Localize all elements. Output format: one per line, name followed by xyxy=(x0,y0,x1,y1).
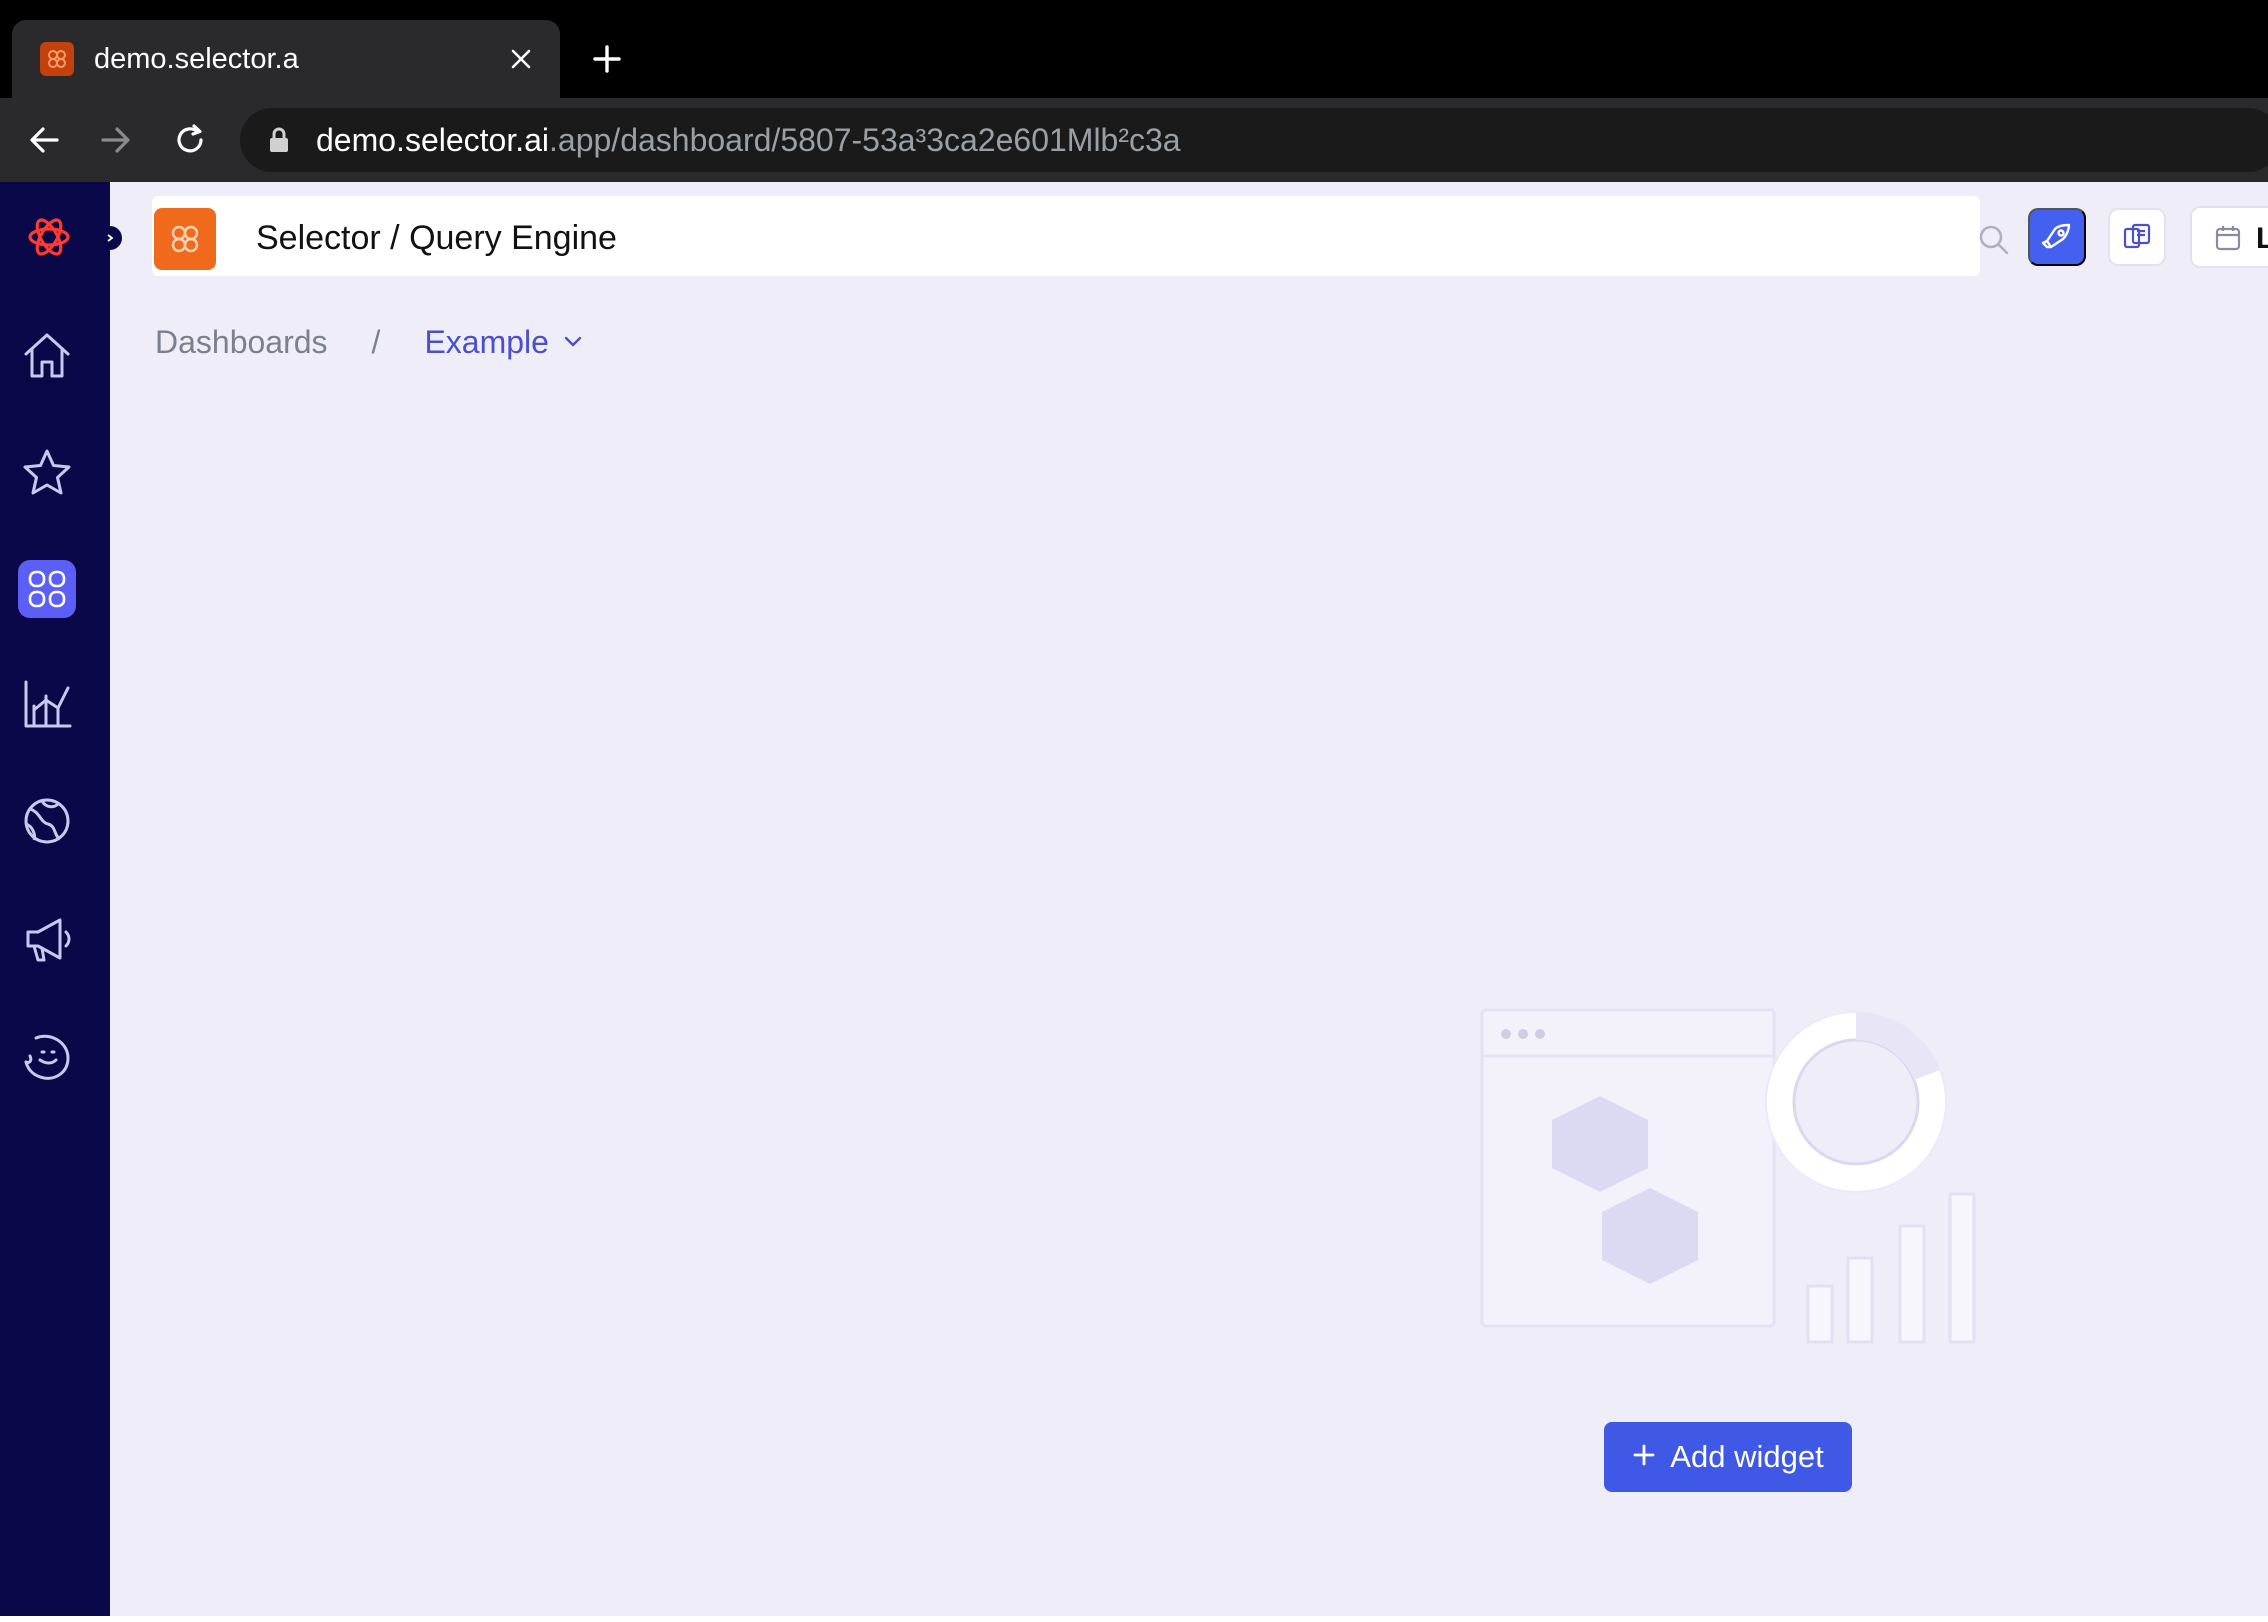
assistant-icon[interactable] xyxy=(18,1028,76,1086)
back-arrow-icon[interactable] xyxy=(20,116,68,164)
new-tab-icon[interactable] xyxy=(584,36,630,82)
bottom-edge xyxy=(0,1616,2268,1622)
query-engine-icon-button[interactable] xyxy=(2028,208,2086,266)
url-path: .app/dashboard/5807-53a³3ca2e601Mlb²c3a xyxy=(549,122,1181,158)
url-host: demo.selector.ai xyxy=(316,122,550,158)
breadcrumb-dashboards-link[interactable]: Dashboards xyxy=(155,324,328,361)
selector-favicon-icon xyxy=(40,42,74,76)
calendar-icon xyxy=(2214,224,2242,257)
dashboard-selector[interactable]: Example xyxy=(424,324,549,361)
selector-app-icon[interactable] xyxy=(154,208,216,270)
widget-window-illustration xyxy=(1480,1008,1776,1328)
date-range-label: L xyxy=(2256,222,2268,256)
selector-logo-icon[interactable] xyxy=(26,214,72,260)
browser-toolbar: demo.selector.ai.app/dashboard/5807-53a³… xyxy=(0,98,2268,182)
bar-chart-illustration xyxy=(1806,1192,1976,1344)
sidebar-collapse-toggle[interactable] xyxy=(98,226,122,250)
add-widget-label: Add widget xyxy=(1670,1439,1824,1474)
globe-icon[interactable] xyxy=(18,792,76,850)
search-icon[interactable] xyxy=(1978,224,2010,261)
browser-tab[interactable]: demo.selector.a xyxy=(12,20,560,98)
empty-dashboard-illustration xyxy=(1480,1008,1976,1344)
url-text: demo.selector.ai.app/dashboard/5807-53a³… xyxy=(316,122,1181,158)
browser-tab-strip: demo.selector.a xyxy=(0,0,2268,98)
app-root: Selector / Query Engine L Dashboards / E… xyxy=(0,182,2268,1622)
donut-chart-illustration xyxy=(1765,1011,1947,1193)
date-range-button[interactable]: L xyxy=(2190,206,2268,268)
sidebar xyxy=(0,182,122,1616)
page-title: Selector / Query Engine xyxy=(256,219,617,257)
breadcrumb-separator: / xyxy=(371,323,381,360)
tab-title: demo.selector.a xyxy=(94,43,299,75)
lock-icon xyxy=(268,126,290,159)
breadcrumb: Dashboards / Example xyxy=(155,322,583,362)
add-widget-button[interactable]: Add widget xyxy=(1604,1422,1852,1492)
close-tab-icon[interactable] xyxy=(502,40,540,78)
megaphone-icon[interactable] xyxy=(18,910,76,968)
plus-icon xyxy=(1632,1439,1656,1475)
analytics-icon[interactable] xyxy=(18,676,76,734)
reload-icon[interactable] xyxy=(166,116,214,164)
address-bar[interactable]: demo.selector.ai.app/dashboard/5807-53a³… xyxy=(240,108,2268,172)
star-icon[interactable] xyxy=(18,444,76,502)
layout-icon-button[interactable] xyxy=(2108,208,2166,266)
dashboard-icon[interactable] xyxy=(18,560,76,618)
top-bar: Selector / Query Engine xyxy=(152,196,2009,276)
chevron-down-icon[interactable] xyxy=(563,335,583,349)
home-icon[interactable] xyxy=(18,326,76,384)
forward-arrow-icon[interactable] xyxy=(92,116,140,164)
